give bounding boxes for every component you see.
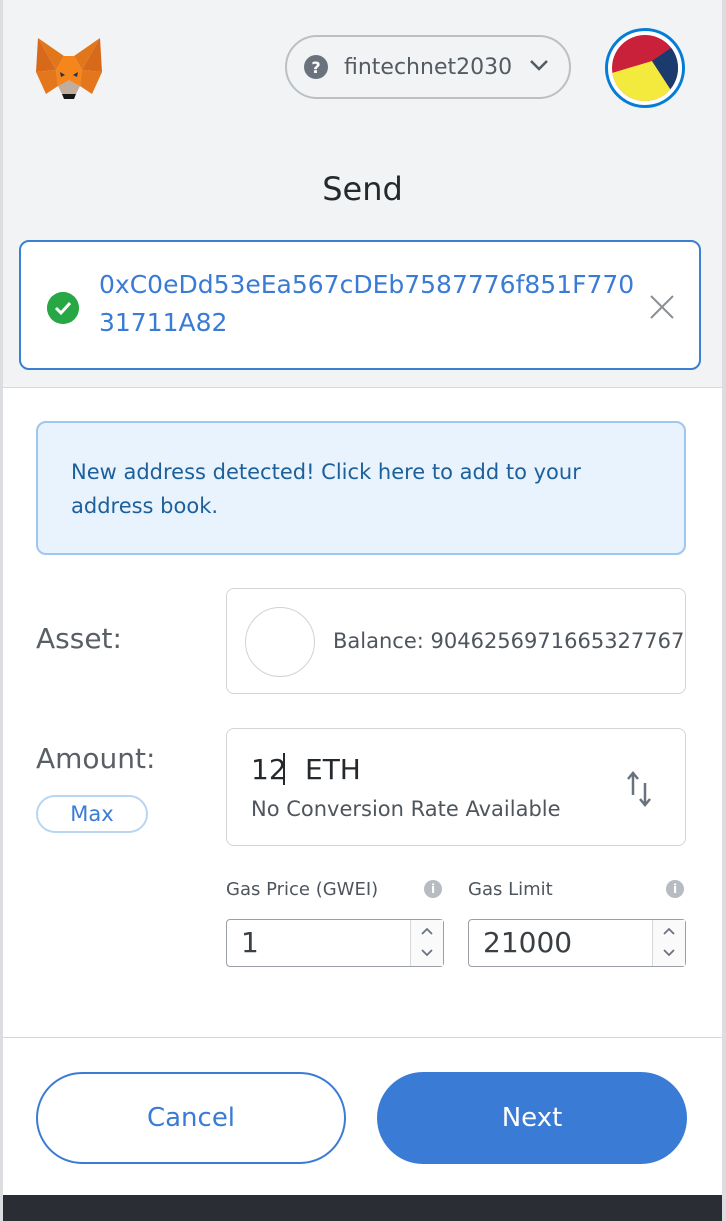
background-window-edge-right [722,0,726,1221]
page-title: Send [322,170,403,208]
chevron-down-icon[interactable] [420,948,434,958]
max-button[interactable]: Max [36,795,148,833]
chevron-up-icon[interactable] [420,926,434,936]
gas-limit-value: 21000 [483,926,573,959]
amount-label: Amount: [36,742,156,775]
network-name: fintechnet2030 [344,54,513,80]
check-circle-icon [47,292,79,324]
recipient-address-field[interactable]: 0xC0eDd53eEa567cDEb7587776f851F77031711A… [19,240,701,370]
asset-label: Asset: [36,622,122,655]
account-avatar-button[interactable] [605,28,685,108]
amount-unit: ETH [305,753,361,786]
gas-price-label: Gas Price (GWEI) [226,879,379,900]
asset-selector[interactable]: Balance: 904625697166532776746 [226,588,686,694]
metamask-popup: ? fintechnet2030 Send 0xC0eDd53eEa567cDE… [3,0,722,1195]
cancel-button[interactable]: Cancel [36,1072,346,1164]
chevron-down-icon [530,60,548,71]
close-icon[interactable] [649,294,675,320]
recipient-address: 0xC0eDd53eEa567cDEb7587776f851F77031711A… [99,270,635,337]
new-address-notice[interactable]: New address detected! Click here to add … [36,421,686,555]
chevron-down-icon[interactable] [662,948,676,958]
info-icon[interactable]: i [666,880,684,898]
next-button[interactable]: Next [377,1072,687,1164]
gas-price-stepper[interactable] [410,920,443,966]
chevron-up-icon[interactable] [662,926,676,936]
metamask-fox-logo [36,38,102,99]
gas-price-input[interactable]: 1 [226,919,444,967]
swap-arrows-icon[interactable] [625,769,653,809]
amount-value: 12 [251,753,287,786]
gas-price-value: 1 [241,926,259,959]
asset-balance: Balance: 904625697166532776746 [333,629,686,653]
amount-input[interactable]: 12 ETH No Conversion Rate Available [226,728,686,846]
gas-limit-stepper[interactable] [652,920,685,966]
conversion-rate-text: No Conversion Rate Available [251,797,561,821]
footer-divider [3,1037,722,1038]
network-selector[interactable]: ? fintechnet2030 [285,35,571,99]
question-icon: ? [304,55,328,79]
text-cursor [283,753,285,785]
account-avatar [612,35,678,101]
gas-limit-input[interactable]: 21000 [468,919,686,967]
send-header: ? fintechnet2030 Send 0xC0eDd53eEa567cDE… [3,0,722,388]
token-icon [245,607,315,677]
info-icon[interactable]: i [424,880,442,898]
gas-limit-label: Gas Limit [468,879,553,900]
